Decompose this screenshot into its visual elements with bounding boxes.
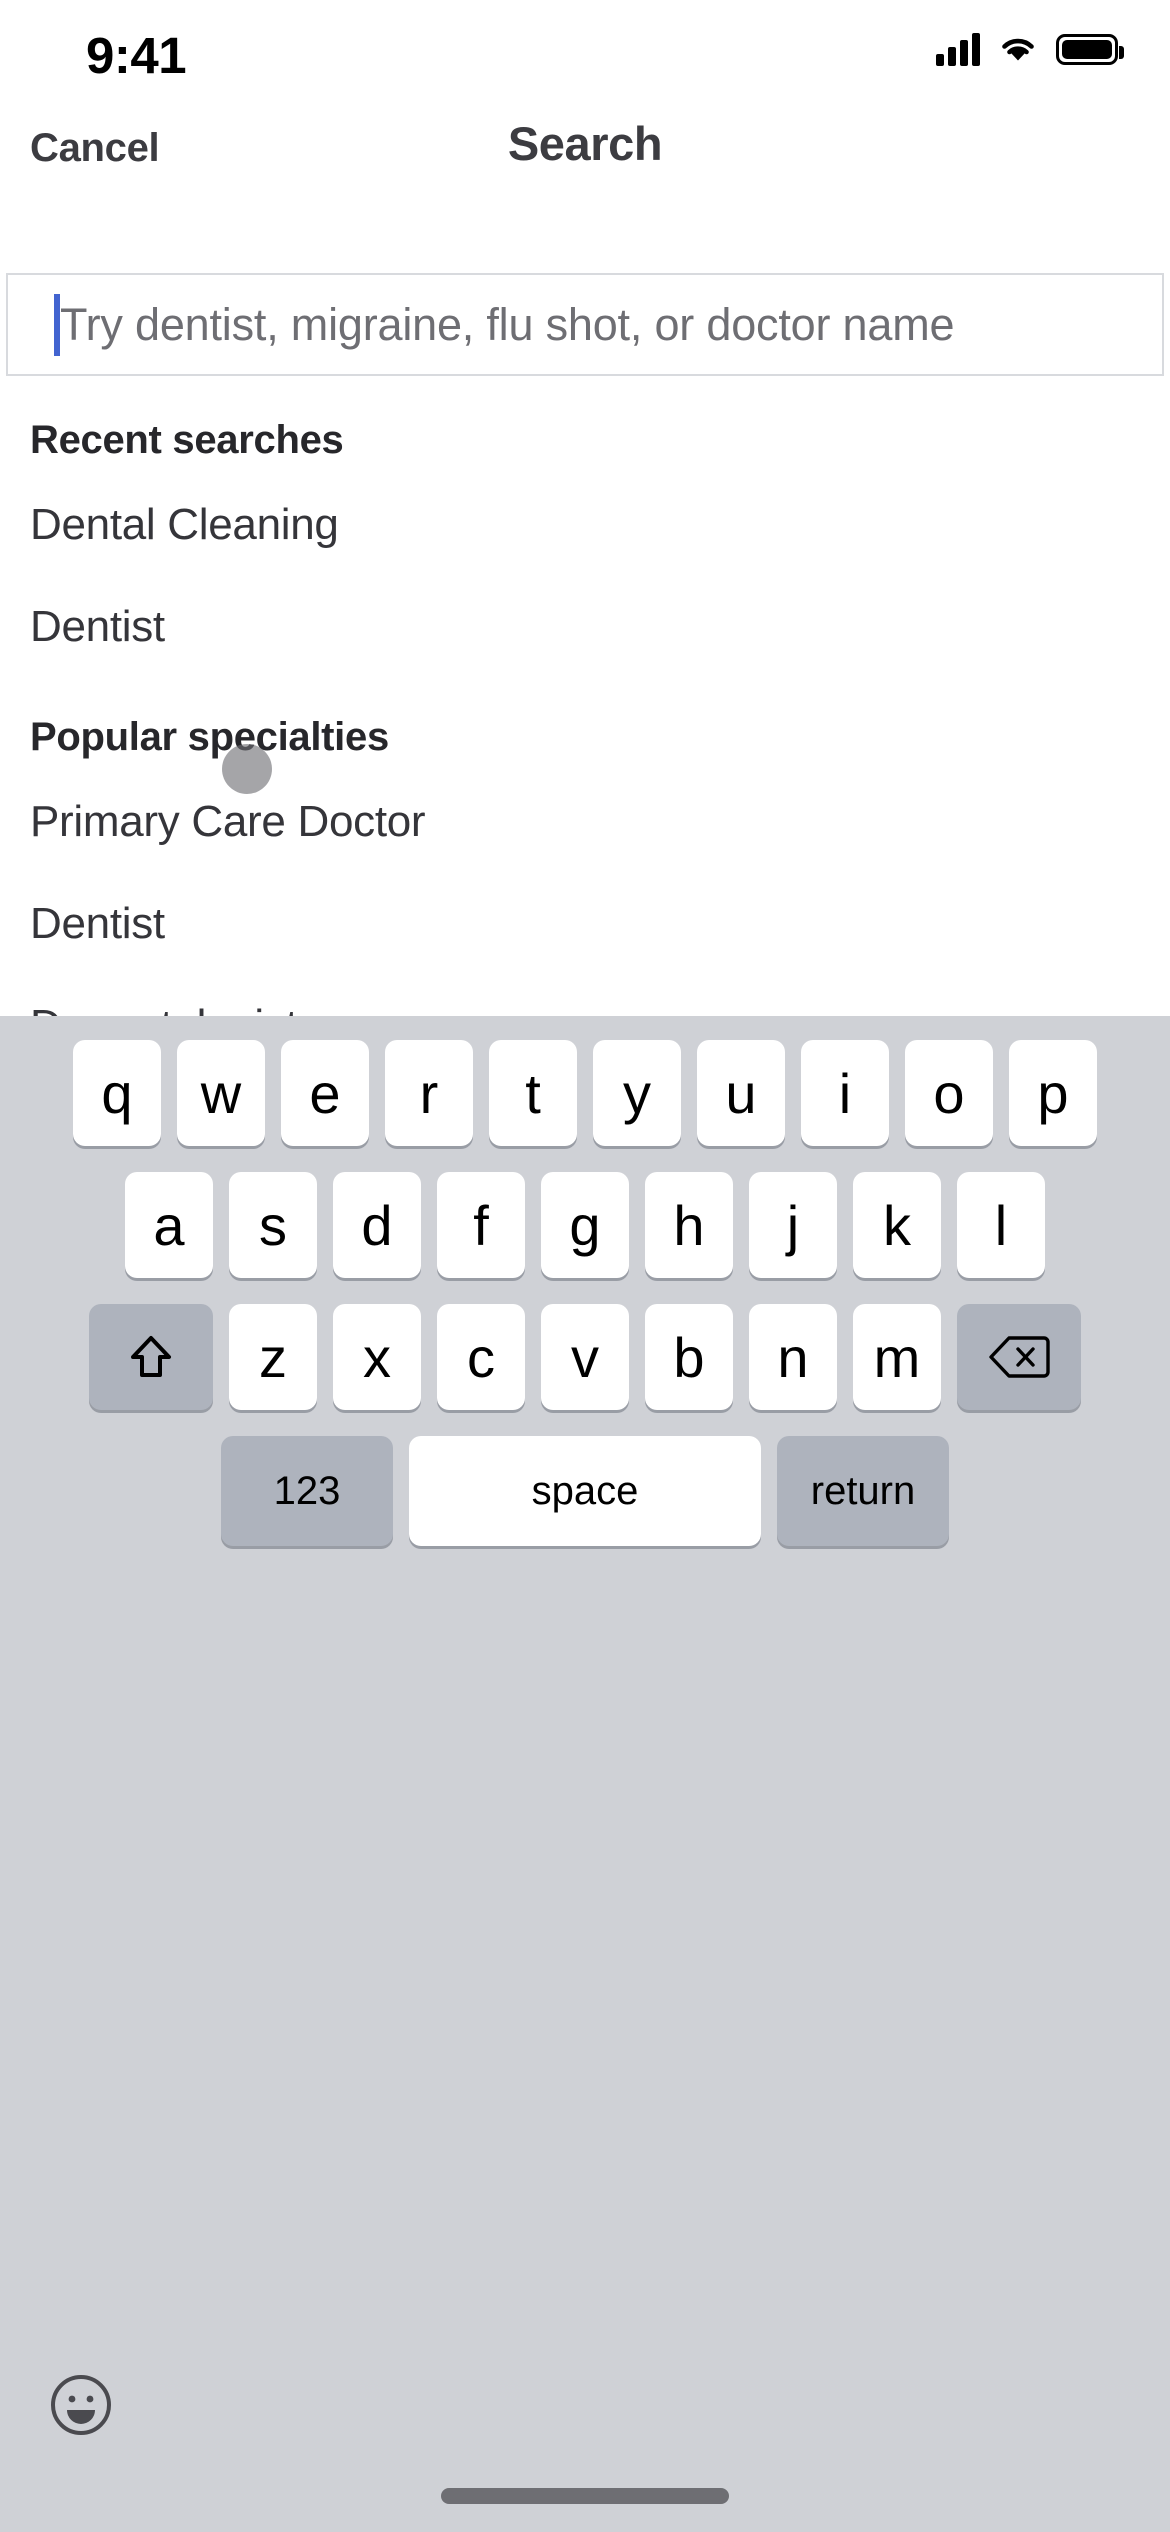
- key-i[interactable]: i: [801, 1040, 889, 1146]
- emoji-key[interactable]: [50, 2374, 112, 2436]
- search-placeholder: Try dentist, migraine, flu shot, or doct…: [60, 298, 955, 350]
- key-c[interactable]: c: [437, 1304, 525, 1410]
- key-k[interactable]: k: [853, 1172, 941, 1278]
- wifi-icon: [998, 34, 1038, 64]
- nav-bar: Cancel Search: [0, 108, 1170, 200]
- key-u[interactable]: u: [697, 1040, 785, 1146]
- list-item[interactable]: Dental Cleaning: [0, 485, 1170, 565]
- keyboard-bottom-bar: [0, 2332, 1170, 2532]
- key-v[interactable]: v: [541, 1304, 629, 1410]
- list-item[interactable]: Dentist: [0, 884, 1170, 964]
- section-header-recent-searches: Recent searches: [30, 418, 344, 462]
- numbers-key[interactable]: 123: [221, 1436, 393, 1546]
- search-input[interactable]: Try dentist, migraine, flu shot, or doct…: [6, 273, 1164, 376]
- list-item[interactable]: Dentist: [0, 587, 1170, 667]
- return-key[interactable]: return: [777, 1436, 949, 1546]
- key-a[interactable]: a: [125, 1172, 213, 1278]
- key-m[interactable]: m: [853, 1304, 941, 1410]
- key-q[interactable]: q: [73, 1040, 161, 1146]
- key-h[interactable]: h: [645, 1172, 733, 1278]
- backspace-key[interactable]: [957, 1304, 1081, 1410]
- smiley-face-icon: [50, 2375, 112, 2440]
- keyboard-row-1: q w e r t y u i o p: [0, 1040, 1170, 1146]
- key-w[interactable]: w: [177, 1040, 265, 1146]
- key-p[interactable]: p: [1009, 1040, 1097, 1146]
- key-r[interactable]: r: [385, 1040, 473, 1146]
- key-o[interactable]: o: [905, 1040, 993, 1146]
- key-b[interactable]: b: [645, 1304, 733, 1410]
- key-d[interactable]: d: [333, 1172, 421, 1278]
- phone-screen: 9:41 Cancel Search Try dentist, migraine…: [0, 0, 1170, 2532]
- backspace-icon: [988, 1334, 1050, 1380]
- list-item[interactable]: Primary Care Doctor: [0, 782, 1170, 862]
- key-l[interactable]: l: [957, 1172, 1045, 1278]
- signal-bars-icon: [936, 32, 980, 66]
- keyboard-row-2: a s d f g h j k l: [0, 1172, 1170, 1278]
- key-s[interactable]: s: [229, 1172, 317, 1278]
- key-z[interactable]: z: [229, 1304, 317, 1410]
- key-n[interactable]: n: [749, 1304, 837, 1410]
- shift-arrow-icon: [124, 1330, 178, 1384]
- on-screen-keyboard[interactable]: q w e r t y u i o p a s d f g h j k l z …: [0, 1016, 1170, 2532]
- search-suggestions-list[interactable]: Recent searches Dental Cleaning Dentist …: [0, 376, 1170, 1016]
- keyboard-row-4: 123 space return: [0, 1436, 1170, 1546]
- battery-full-icon: [1056, 33, 1124, 65]
- status-bar: 9:41: [0, 0, 1170, 108]
- status-icons: [936, 32, 1124, 66]
- key-y[interactable]: y: [593, 1040, 681, 1146]
- key-g[interactable]: g: [541, 1172, 629, 1278]
- status-time: 9:41: [86, 27, 187, 84]
- shift-key[interactable]: [89, 1304, 213, 1410]
- list-item[interactable]: Dermatologist: [0, 986, 1170, 1016]
- key-j[interactable]: j: [749, 1172, 837, 1278]
- home-indicator: [441, 2488, 729, 2504]
- space-key[interactable]: space: [409, 1436, 761, 1546]
- key-t[interactable]: t: [489, 1040, 577, 1146]
- key-x[interactable]: x: [333, 1304, 421, 1410]
- section-header-popular-specialties: Popular specialties: [30, 715, 389, 759]
- key-e[interactable]: e: [281, 1040, 369, 1146]
- page-title: Search: [507, 117, 663, 170]
- keyboard-row-3: z x c v b n m: [0, 1304, 1170, 1410]
- key-f[interactable]: f: [437, 1172, 525, 1278]
